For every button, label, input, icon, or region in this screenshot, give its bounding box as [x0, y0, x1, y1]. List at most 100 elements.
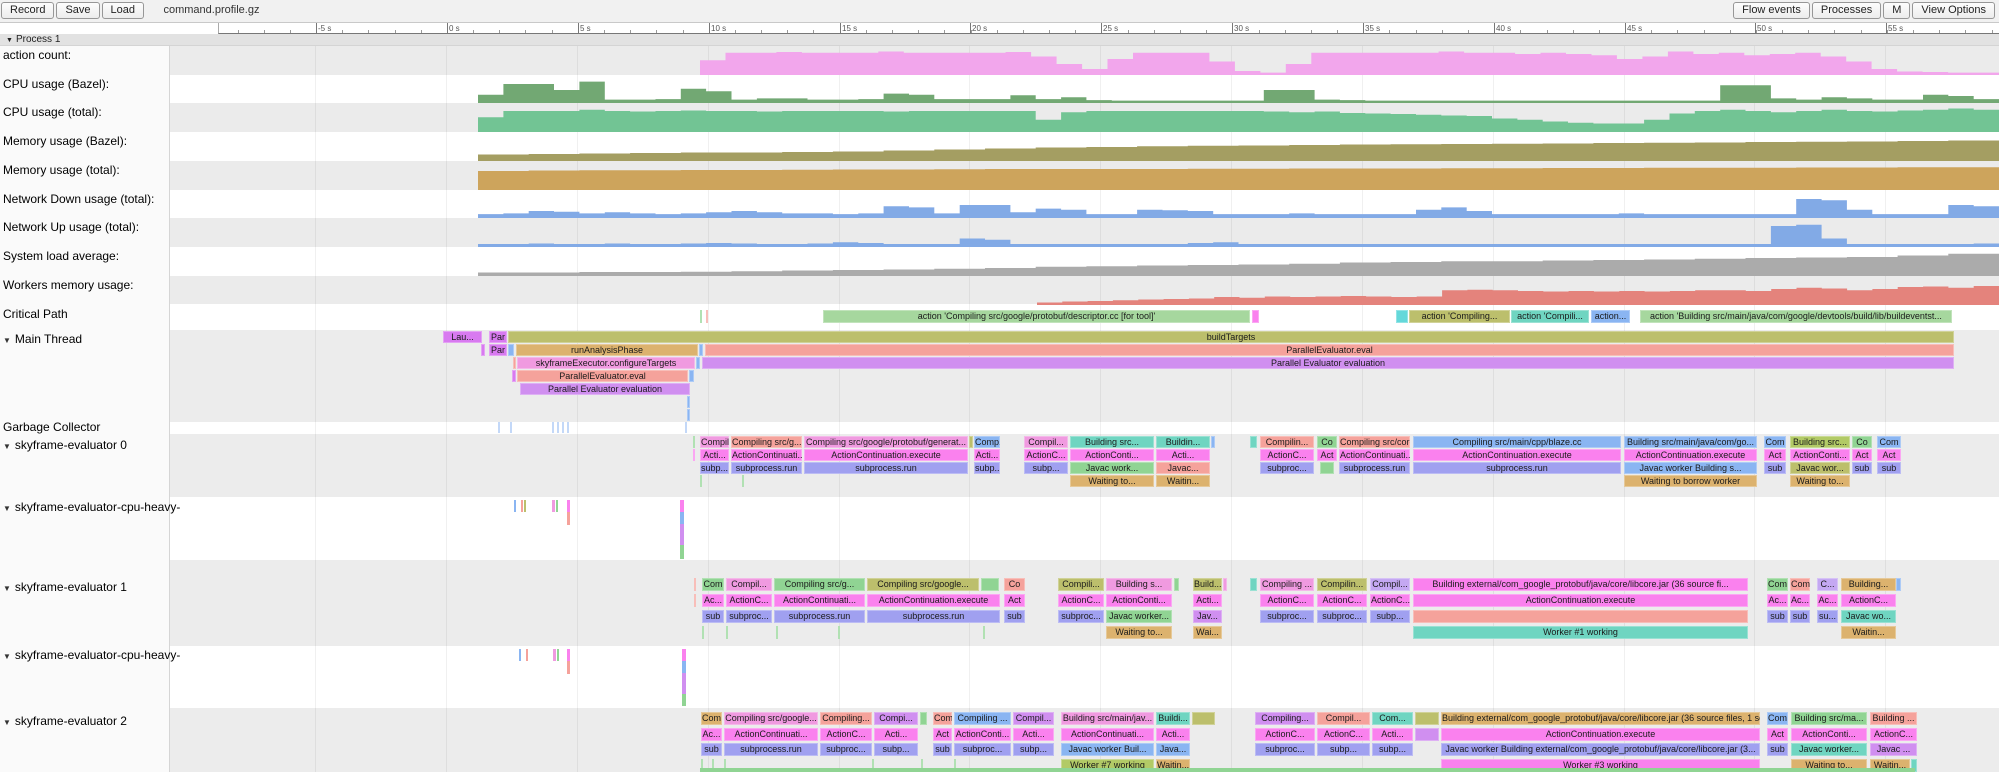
slice[interactable]: ActionC... — [1317, 594, 1367, 607]
slice[interactable] — [1320, 462, 1334, 474]
slice[interactable]: Compil... — [1024, 436, 1068, 448]
slice[interactable]: subproc... — [1255, 743, 1315, 756]
mini-slice-tick[interactable] — [680, 545, 684, 559]
slice[interactable]: ActionContinuation.execute — [804, 449, 968, 461]
collapse-icon[interactable]: ▼ — [3, 718, 11, 727]
mini-slice-tick[interactable] — [524, 500, 526, 512]
mini-slice-tick[interactable] — [682, 649, 686, 661]
slice[interactable]: Compiling src/g... — [774, 578, 865, 591]
slice[interactable]: Buildi... — [1156, 712, 1190, 725]
slice[interactable]: subp... — [974, 462, 1000, 474]
time-ruler[interactable]: -5 s0 s5 s10 s15 s20 s25 s30 s35 s40 s45… — [218, 23, 1999, 34]
slice[interactable] — [1174, 578, 1179, 591]
mini-slice-tick[interactable] — [567, 661, 570, 674]
slice[interactable]: Com — [1790, 578, 1810, 591]
slice[interactable]: Javac... — [1156, 462, 1210, 474]
slice[interactable]: subprocess.run — [774, 610, 865, 623]
slice[interactable] — [1413, 610, 1748, 623]
slice[interactable] — [1192, 712, 1215, 725]
mini-slice-tick[interactable] — [567, 649, 570, 661]
slice[interactable] — [687, 396, 690, 408]
slice[interactable]: Waiting to... — [1070, 475, 1154, 487]
slice[interactable] — [1415, 728, 1439, 741]
collapse-icon[interactable]: ▼ — [3, 584, 11, 593]
mini-slice-tick[interactable] — [521, 500, 523, 512]
slice[interactable]: Com — [702, 578, 724, 591]
slice[interactable]: Par — [489, 331, 507, 343]
mini-slice-tick[interactable] — [514, 500, 516, 512]
slice[interactable]: ActionC... — [1024, 449, 1068, 461]
process-header[interactable]: ▼Process 1 — [0, 34, 1999, 46]
slice[interactable]: sub — [701, 743, 722, 756]
slice[interactable] — [508, 344, 514, 356]
slice[interactable]: Com — [933, 712, 952, 725]
slice[interactable]: ActionConti... — [1106, 594, 1172, 607]
slice[interactable]: Javac wo... — [1841, 610, 1896, 623]
slice[interactable]: subprocess.run — [731, 462, 802, 474]
slice[interactable] — [567, 422, 569, 433]
slice[interactable]: Compiling src/google... — [724, 712, 818, 725]
slice[interactable]: Compil... — [726, 578, 772, 591]
slice[interactable]: subproc... — [1260, 610, 1314, 623]
slice[interactable]: subp... — [874, 743, 918, 756]
slice[interactable]: Worker #1 working — [1413, 626, 1748, 639]
slice[interactable]: Compi... — [874, 712, 918, 725]
slice[interactable]: subp... — [1370, 610, 1410, 623]
slice[interactable] — [1211, 436, 1215, 448]
slice[interactable]: Javac worker Building external/com_googl… — [1441, 743, 1760, 756]
slice[interactable] — [1396, 310, 1408, 323]
slice[interactable] — [702, 626, 704, 639]
slice[interactable]: ActionC... — [1058, 594, 1104, 607]
slice[interactable] — [726, 626, 728, 639]
slice[interactable]: Act — [1877, 449, 1901, 461]
slice[interactable] — [699, 344, 703, 356]
slice[interactable]: sub — [1877, 462, 1901, 474]
slice[interactable]: subproc... — [726, 610, 772, 623]
slice[interactable]: Acti... — [974, 449, 1000, 461]
slice[interactable] — [981, 578, 999, 591]
collapse-icon[interactable]: ▼ — [3, 504, 11, 513]
slice[interactable]: ActionContinuati... — [1061, 728, 1154, 741]
slice[interactable]: Javac worker Building s... — [1624, 462, 1757, 474]
slice[interactable]: Act — [1764, 449, 1786, 461]
slice[interactable]: Acti... — [700, 449, 729, 461]
slice[interactable]: Building src/main/java/com/go... — [1624, 436, 1757, 448]
slice[interactable]: Building ... — [1870, 712, 1917, 725]
slice[interactable]: Javac ... — [1870, 743, 1917, 756]
slice[interactable]: Compiling src/google... — [867, 578, 979, 591]
slice[interactable]: sub — [1764, 462, 1786, 474]
slice[interactable]: Compiling... — [820, 712, 872, 725]
slice[interactable] — [838, 626, 840, 639]
slice[interactable] — [562, 422, 564, 433]
slice[interactable]: ParallelEvaluator.eval — [517, 370, 688, 382]
collapse-icon[interactable]: ▼ — [3, 442, 11, 451]
toolbar-button-m[interactable]: M — [1883, 2, 1910, 19]
counter-track-action-count[interactable] — [170, 46, 1999, 75]
slice[interactable]: C... — [1817, 578, 1838, 591]
slice[interactable]: subproc... — [820, 743, 872, 756]
slice[interactable]: ActionContinuati... — [731, 449, 802, 461]
slice[interactable]: sub — [1004, 610, 1025, 623]
slice[interactable]: Javac worker... — [1791, 743, 1867, 756]
slice[interactable]: ActionC... — [726, 594, 772, 607]
slice[interactable]: ActionConti... — [954, 728, 1011, 741]
slice[interactable]: Javac worker... — [1106, 610, 1172, 623]
slice[interactable]: ActionContinuation.execute — [867, 594, 1000, 607]
slice[interactable]: sub — [1767, 743, 1788, 756]
slice[interactable]: ActionContinuati... — [1339, 449, 1410, 461]
slice[interactable]: ParallelEvaluator.eval — [705, 344, 1954, 356]
slice[interactable] — [920, 712, 927, 725]
slice[interactable]: Javac work... — [1070, 462, 1154, 474]
slice[interactable]: Act — [933, 728, 952, 741]
track-label-skyframe-evaluator-cpu-heavy-2nd[interactable]: ▼skyframe-evaluator-cpu-heavy- — [3, 648, 180, 662]
slice[interactable]: sub — [1790, 610, 1810, 623]
slice[interactable]: Building s... — [1106, 578, 1172, 591]
slice[interactable] — [552, 422, 554, 433]
mini-slice-tick[interactable] — [567, 500, 570, 512]
slice[interactable]: Building src/main/jav... — [1061, 712, 1154, 725]
slice[interactable]: Buildin... — [1156, 436, 1210, 448]
slice[interactable]: Build... — [1193, 578, 1222, 591]
slice[interactable]: Compiling... — [1255, 712, 1315, 725]
slice[interactable]: Jav... — [1193, 610, 1222, 623]
slice[interactable]: Com — [1764, 436, 1786, 448]
